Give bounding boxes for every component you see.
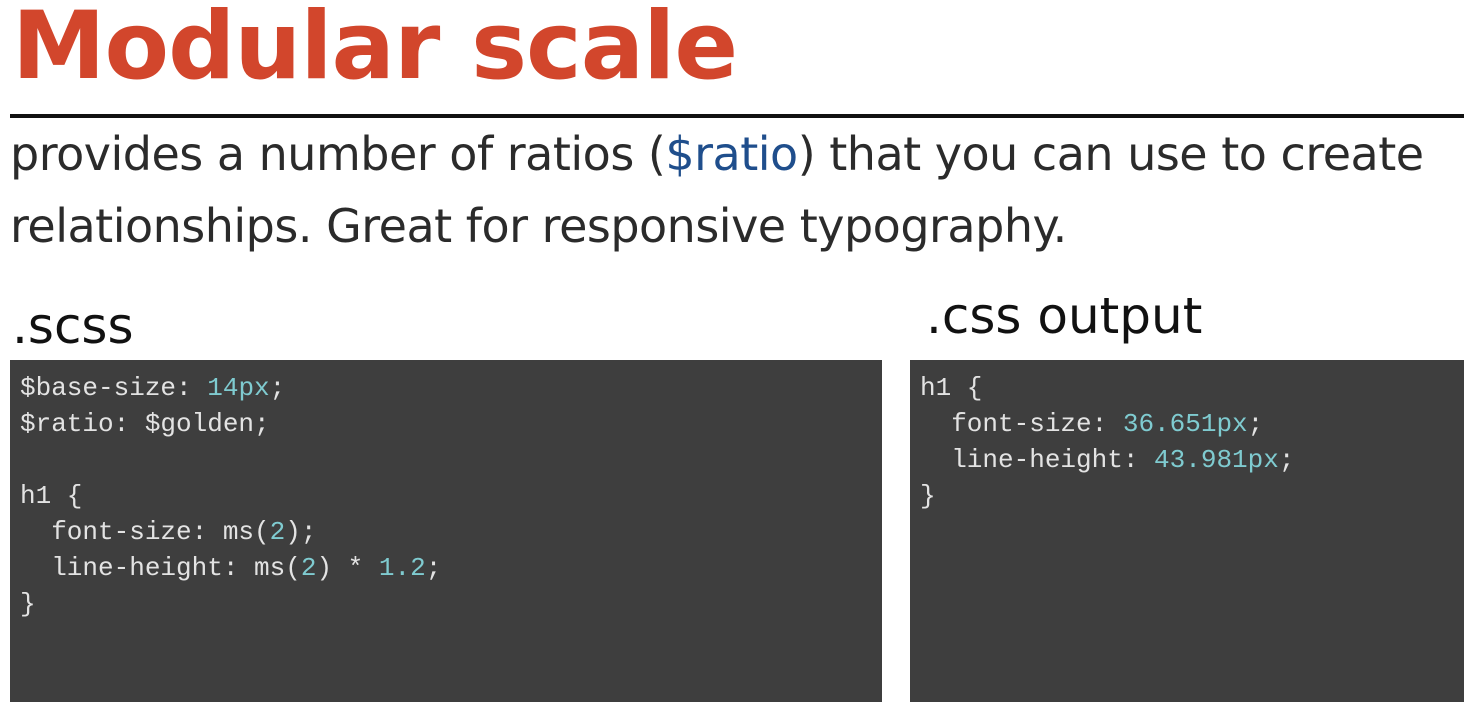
code-number-token: 43.981px <box>1154 445 1279 475</box>
scss-panel-label: .scss <box>12 297 134 355</box>
code-line: } <box>20 586 872 622</box>
code-text-token: ; <box>1278 445 1295 475</box>
code-text-token: } <box>20 589 36 619</box>
code-number-token: 2 <box>269 517 286 547</box>
css-output-code-block: h1 { font-size: 36.651px; line-height: 4… <box>910 360 1464 702</box>
code-number-token: 2 <box>300 553 317 583</box>
code-text-token: ; <box>425 553 442 583</box>
code-line: line-height: ms(2) * 1.2; <box>20 550 872 586</box>
code-line: h1 { <box>20 478 872 514</box>
code-line: } <box>920 478 1454 514</box>
code-line: h1 { <box>920 370 1454 406</box>
code-number-token: 14px <box>207 373 270 403</box>
lead-paragraph: provides a number of ratios ($ratio) tha… <box>10 118 1460 262</box>
code-text-token: $base-size: <box>20 373 208 403</box>
code-number-token: 36.651px <box>1122 409 1248 439</box>
code-text-token: ; <box>1247 409 1264 439</box>
code-text-token: } <box>920 481 936 511</box>
css-output-panel-label: .css output <box>926 287 1203 345</box>
code-text-token: $ratio: $golden; <box>20 409 270 439</box>
code-text-token: h1 { <box>920 373 983 403</box>
code-text-token: ); <box>285 517 317 547</box>
page-title: Modular scale <box>12 0 738 101</box>
ratio-variable: $ratio <box>665 127 798 181</box>
code-text-token: h1 { <box>20 481 83 511</box>
scss-code-block: $base-size: 14px; $ratio: $golden; h1 { fo… <box>10 360 882 702</box>
code-line: line-height: 43.981px; <box>920 442 1454 478</box>
code-number-token: 1.2 <box>378 553 426 583</box>
lead-text-before: provides a number of ratios ( <box>10 127 666 181</box>
code-text-token: ) * <box>316 553 379 583</box>
code-text-token: line-height: ms( <box>20 553 301 583</box>
code-text-token: line-height: <box>920 445 1155 475</box>
code-line: font-size: ms(2); <box>20 514 872 550</box>
code-text-token: ; <box>269 373 286 403</box>
code-line: font-size: 36.651px; <box>920 406 1454 442</box>
code-line: $ratio: $golden; <box>20 406 872 442</box>
code-line: $base-size: 14px; <box>20 370 872 406</box>
code-text-token: font-size: <box>920 409 1123 439</box>
code-text-token: font-size: ms( <box>20 517 270 547</box>
